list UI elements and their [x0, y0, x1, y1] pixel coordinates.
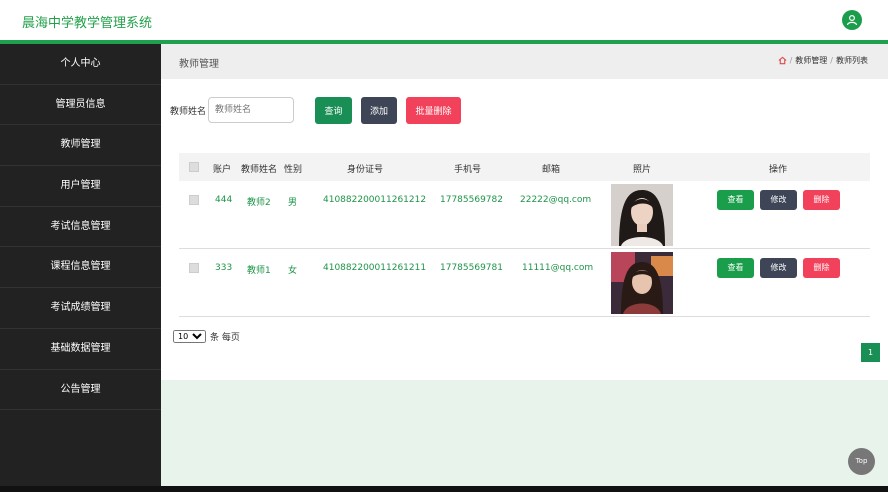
teacher-name-label: 教师姓名 [170, 106, 207, 117]
title-bar: 教师管理 / 教师管理 / 教师列表 [161, 44, 888, 79]
top-header: 晨海中学教学管理系统 [0, 0, 888, 40]
header-id-number: 身份证号 [347, 165, 384, 175]
table-header: 账户 教师姓名 性别 身份证号 手机号 邮箱 照片 操作 [179, 153, 870, 181]
sidebar-item-course-info[interactable]: 课程信息管理 [0, 247, 161, 289]
main-content: 教师管理 / 教师管理 / 教师列表 教师姓名 查询 添加 批量删除 账户 教师… [161, 44, 888, 380]
breadcrumb-separator: / [830, 56, 833, 65]
cell-teacher-name: 教师1 [247, 266, 271, 276]
back-to-top-button[interactable]: Top [848, 448, 875, 475]
user-avatar[interactable] [842, 10, 862, 30]
table-row: 333 教师1 女 410882200011261211 17785569781… [179, 249, 870, 317]
taskbar [0, 486, 888, 492]
search-bar: 教师姓名 [170, 97, 295, 123]
edit-button[interactable]: 修改 [760, 190, 797, 210]
view-button[interactable]: 查看 [717, 258, 754, 278]
row-checkbox[interactable] [189, 263, 199, 273]
cell-account: 333 [215, 263, 233, 273]
cell-email: 11111@qq.com [522, 263, 594, 273]
cell-account: 444 [215, 195, 233, 205]
sidebar: 个人中心 管理员信息 教师管理 用户管理 考试信息管理 课程信息管理 考试成绩管… [0, 44, 161, 492]
select-all-checkbox[interactable] [189, 162, 199, 172]
batch-delete-button[interactable]: 批量删除 [406, 97, 461, 124]
sidebar-item-exam-info[interactable]: 考试信息管理 [0, 207, 161, 248]
breadcrumb-current: 教师列表 [836, 56, 868, 65]
header-phone: 手机号 [454, 165, 482, 175]
header-actions: 操作 [769, 165, 788, 175]
page-number-button[interactable]: 1 [861, 343, 880, 362]
page-title: 教师管理 [179, 59, 219, 70]
teacher-name-input[interactable] [208, 97, 295, 123]
sidebar-item-basic-data[interactable]: 基础数据管理 [0, 329, 161, 370]
view-button[interactable]: 查看 [717, 190, 754, 210]
header-email: 邮箱 [542, 165, 561, 175]
header-account: 账户 [213, 165, 232, 175]
app-title: 晨海中学教学管理系统 [22, 16, 153, 31]
cell-email: 22222@qq.com [520, 195, 592, 205]
page-size-control: 10 条 每页 [173, 330, 240, 343]
header-teacher-name: 教师姓名 [241, 165, 278, 175]
breadcrumb-separator: / [789, 56, 793, 65]
teacher-photo [611, 184, 673, 246]
header-gender: 性别 [284, 165, 303, 175]
per-page-label: 条 每页 [210, 333, 240, 343]
row-checkbox[interactable] [189, 195, 199, 205]
user-icon [846, 14, 858, 26]
teacher-table: 账户 教师姓名 性别 身份证号 手机号 邮箱 照片 操作 444 教师2 男 4… [179, 153, 870, 317]
home-icon[interactable] [778, 56, 787, 65]
cell-id-number: 410882200011261211 [323, 263, 427, 273]
sidebar-item-teacher-management[interactable]: 教师管理 [0, 125, 161, 167]
page-size-select[interactable]: 10 [173, 330, 206, 343]
cell-teacher-name: 教师2 [247, 198, 271, 208]
sidebar-item-announcements[interactable]: 公告管理 [0, 370, 161, 411]
sidebar-item-user-management[interactable]: 用户管理 [0, 166, 161, 207]
query-button[interactable]: 查询 [315, 97, 352, 124]
sidebar-item-exam-scores[interactable]: 考试成绩管理 [0, 288, 161, 329]
cell-id-number: 410882200011261212 [323, 195, 427, 205]
breadcrumb-parent[interactable]: 教师管理 [795, 55, 827, 66]
teacher-photo [611, 252, 673, 314]
delete-button[interactable]: 删除 [803, 258, 840, 278]
sidebar-item-personal-center[interactable]: 个人中心 [0, 44, 161, 85]
edit-button[interactable]: 修改 [760, 258, 797, 278]
cell-phone: 17785569782 [440, 195, 503, 205]
sidebar-item-admin-info[interactable]: 管理员信息 [0, 85, 161, 126]
cell-phone: 17785569781 [440, 263, 503, 273]
cell-gender: 男 [288, 198, 298, 208]
header-photo: 照片 [633, 165, 652, 175]
breadcrumb: / 教师管理 / 教师列表 [778, 55, 868, 66]
add-button[interactable]: 添加 [361, 97, 397, 124]
table-row: 444 教师2 男 410882200011261212 17785569782… [179, 181, 870, 249]
cell-gender: 女 [288, 266, 298, 276]
delete-button[interactable]: 删除 [803, 190, 840, 210]
